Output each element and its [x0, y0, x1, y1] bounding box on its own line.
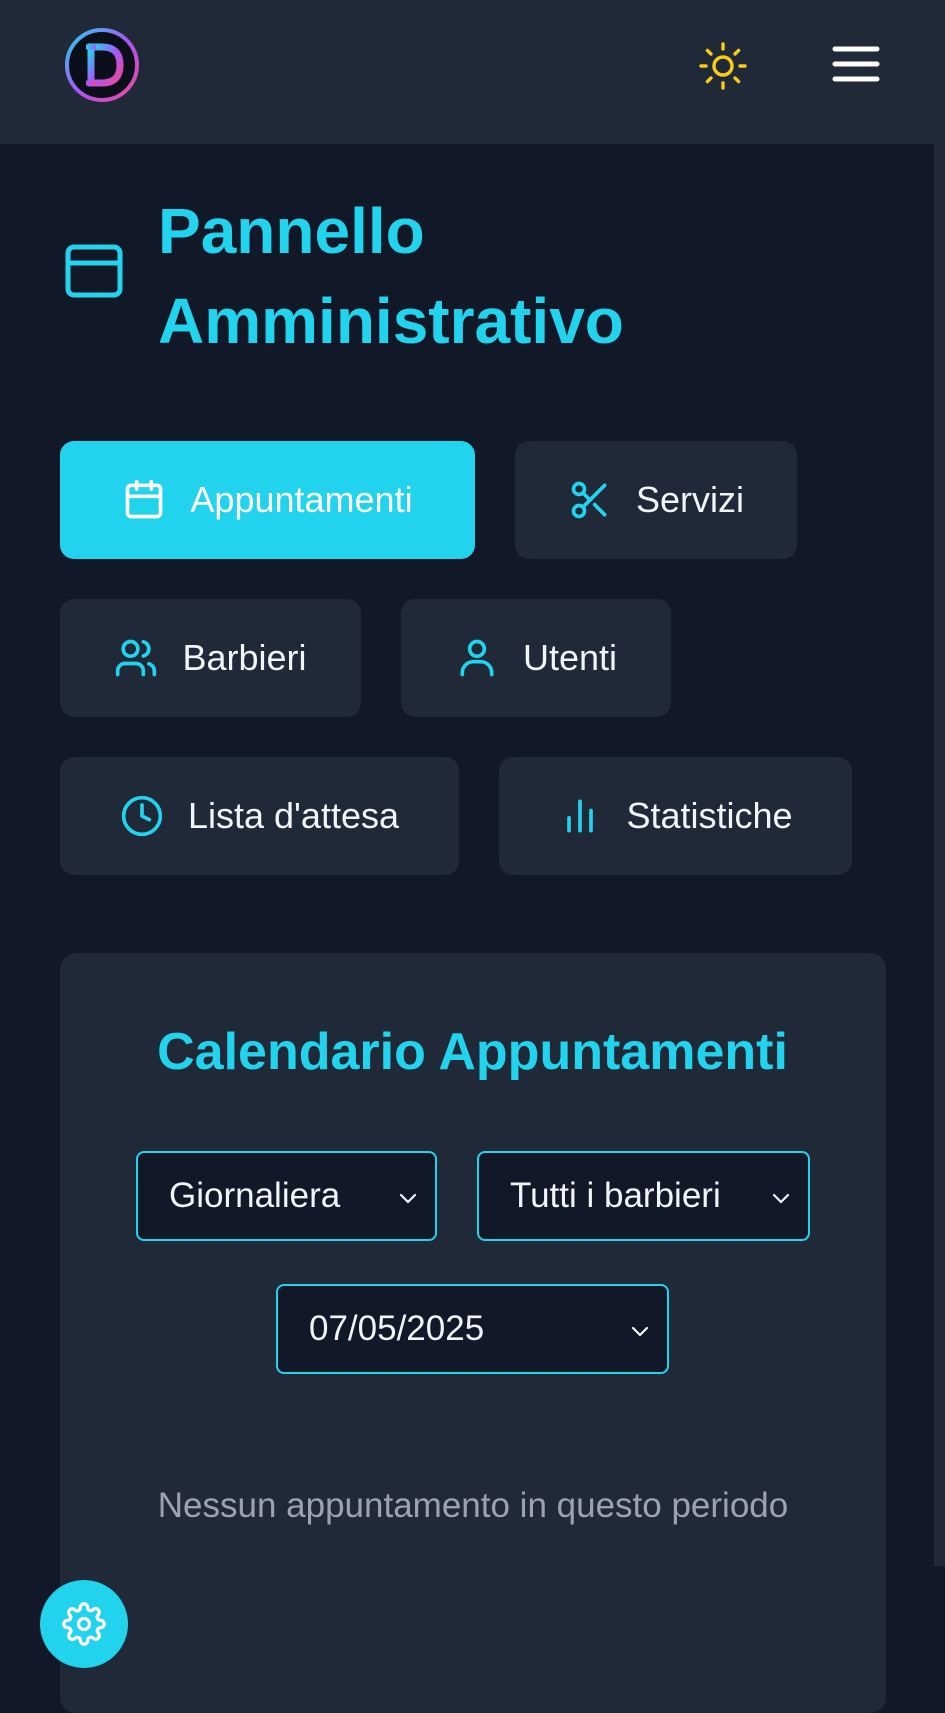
- tab-servizi-label: Servizi: [635, 479, 745, 520]
- clock-icon: [121, 795, 163, 837]
- calendar-icon: [126, 479, 163, 519]
- tab-appuntamenti-label: Appuntamenti: [190, 479, 413, 520]
- browser-window-icon: [64, 241, 124, 301]
- tab-utenti-label: Utenti: [522, 637, 618, 678]
- page-scrollbar[interactable]: [934, 0, 945, 1566]
- date-select[interactable]: 07/05/2025: [276, 1284, 669, 1374]
- tab-servizi[interactable]: Servizi: [515, 441, 797, 559]
- hamburger-menu-icon[interactable]: [832, 44, 880, 84]
- barber-select-value: Tutti i barbieri: [510, 1176, 721, 1215]
- tab-utenti[interactable]: Utenti: [401, 599, 671, 717]
- chevron-down-icon: [399, 1193, 417, 1204]
- chevron-down-icon: [631, 1326, 649, 1337]
- tab-barbieri-label: Barbieri: [182, 637, 307, 678]
- sun-icon[interactable]: [698, 41, 748, 91]
- scissors-icon: [571, 481, 607, 519]
- tab-lista-attesa[interactable]: Lista d'attesa: [60, 757, 459, 875]
- top-header: [0, 0, 934, 144]
- page-title-line2: Amministrativo: [158, 285, 624, 357]
- tab-barbieri[interactable]: Barbieri: [60, 599, 361, 717]
- user-icon: [460, 639, 494, 677]
- view-select[interactable]: Giornaliera: [136, 1151, 437, 1241]
- barber-select[interactable]: Tutti i barbieri: [477, 1151, 810, 1241]
- empty-message: Nessun appuntamento in questo periodo: [157, 1486, 789, 1525]
- page-title: Pannello Amministrativo: [158, 186, 624, 366]
- bar-chart-icon: [567, 799, 594, 833]
- view-select-value: Giornaliera: [169, 1176, 341, 1215]
- page-title-line1: Pannello: [158, 195, 425, 267]
- date-select-value: 07/05/2025: [309, 1309, 485, 1348]
- calendar-title: Calendario Appuntamenti: [157, 1023, 788, 1081]
- settings-fab[interactable]: [40, 1580, 128, 1668]
- tab-statistiche-label: Statistiche: [626, 795, 793, 836]
- chevron-down-icon: [772, 1193, 790, 1204]
- gear-icon: [62, 1602, 106, 1646]
- users-icon: [116, 639, 157, 677]
- logo-d-icon[interactable]: [64, 27, 140, 103]
- tab-appuntamenti[interactable]: Appuntamenti: [60, 441, 475, 559]
- tab-statistiche[interactable]: Statistiche: [499, 757, 852, 875]
- tab-lista-attesa-label: Lista d'attesa: [187, 795, 399, 836]
